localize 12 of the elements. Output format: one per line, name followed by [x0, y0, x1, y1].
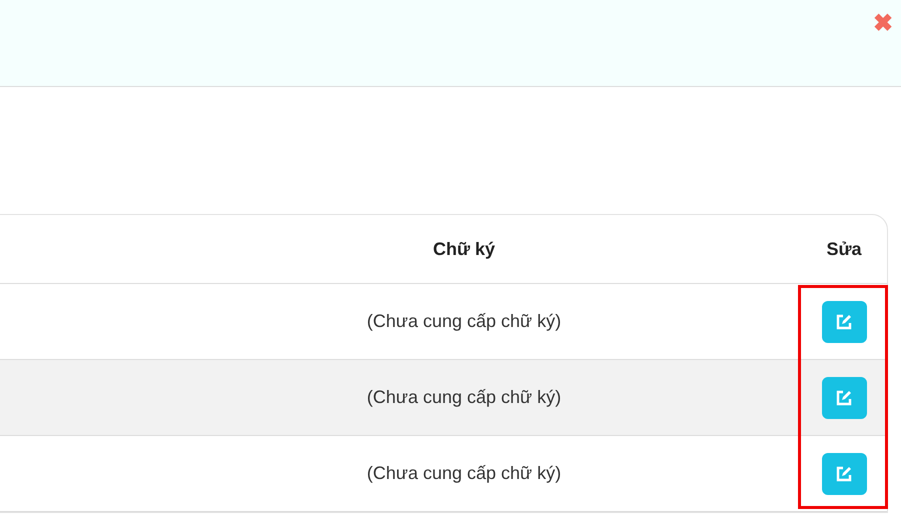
signature-cell-text: (Chưa cung cấp chữ ký) — [366, 462, 562, 485]
close-button[interactable]: ✖ — [873, 12, 893, 36]
edit-icon — [835, 312, 853, 330]
edit-icon — [835, 464, 853, 482]
edit-button[interactable] — [822, 300, 866, 342]
column-header: Sửa — [826, 238, 862, 260]
signature-cell-text: (Chưa cung cấp chữ ký) — [366, 310, 562, 333]
edit-button[interactable] — [822, 376, 866, 418]
edit-icon — [835, 388, 853, 406]
edit-button[interactable] — [822, 452, 866, 494]
column-header: Chữ ký — [432, 238, 496, 261]
signature-cell-text: (Chưa cung cấp chữ ký) — [366, 386, 562, 409]
